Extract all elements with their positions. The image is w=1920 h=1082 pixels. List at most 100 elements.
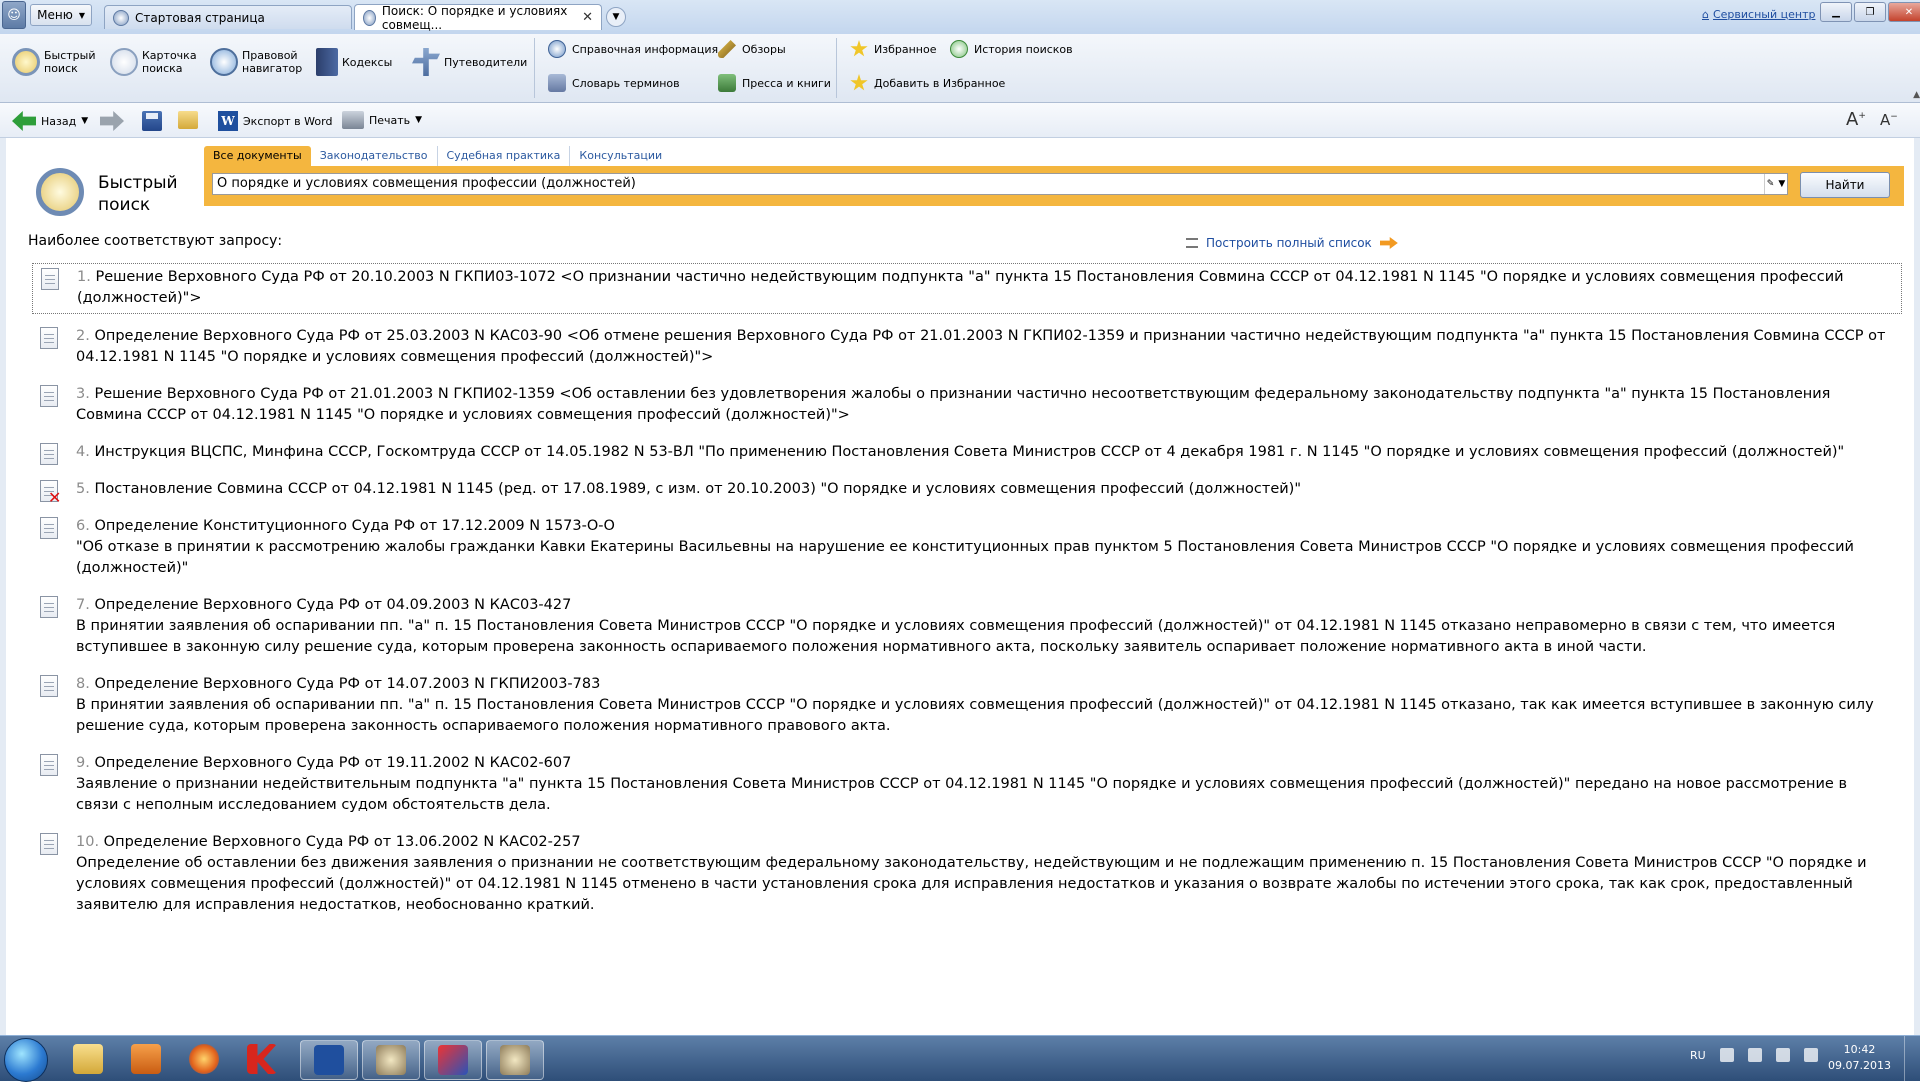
chevron-down-icon[interactable]: ▼ bbox=[81, 116, 88, 126]
tab-consultations[interactable]: Консультации bbox=[570, 146, 671, 166]
chevron-down-icon: ▼ bbox=[78, 10, 85, 20]
reviews-button[interactable]: Обзоры bbox=[718, 40, 786, 58]
search-card-button[interactable]: Карточка поиска bbox=[110, 48, 197, 76]
tabs-dropdown-button[interactable]: ▼ bbox=[606, 7, 626, 27]
firefox-icon bbox=[189, 1044, 219, 1074]
result-title[interactable]: Инструкция ВЦСПС, Минфина СССР, Госкомтр… bbox=[94, 444, 1844, 460]
result-title[interactable]: Определение Верховного Суда РФ от 19.11.… bbox=[94, 755, 571, 771]
toolbar: Назад ▼ W Экспорт в Word Печать ▼ A+ A− bbox=[0, 103, 1920, 138]
taskbar-app-kaspersky[interactable] bbox=[234, 1040, 290, 1078]
press-books-button[interactable]: Пресса и книги bbox=[718, 74, 831, 92]
arrow-right-icon bbox=[1379, 237, 1398, 249]
tab-start-page[interactable]: Стартовая страница bbox=[104, 5, 352, 29]
quick-search-button[interactable]: Быстрый поиск bbox=[12, 48, 96, 76]
list-item[interactable]: 4. Инструкция ВЦСПС, Минфина СССР, Госко… bbox=[32, 439, 1902, 467]
list-item[interactable]: 8. Определение Верховного Суда РФ от 14.… bbox=[32, 671, 1902, 741]
result-title[interactable]: Решение Верховного Суда РФ от 21.01.2003… bbox=[76, 386, 1830, 423]
volume-icon[interactable] bbox=[1803, 1048, 1818, 1062]
maximize-button[interactable]: ❐ bbox=[1854, 2, 1886, 22]
close-window-button[interactable]: ✕ bbox=[1888, 2, 1920, 22]
ribbon-separator bbox=[836, 38, 837, 98]
list-item[interactable]: 10. Определение Верховного Суда РФ от 13… bbox=[32, 829, 1902, 920]
printer-icon bbox=[342, 111, 364, 129]
show-hidden-icons[interactable] bbox=[1719, 1048, 1734, 1062]
kaspersky-icon bbox=[247, 1044, 277, 1074]
tab-legislation[interactable]: Законодательство bbox=[311, 146, 438, 166]
menu-button[interactable]: ☺ Меню ▼ bbox=[2, 1, 92, 29]
codex-button[interactable]: Кодексы bbox=[316, 48, 392, 76]
guides-button[interactable]: Путеводители bbox=[412, 48, 527, 76]
forward-button[interactable] bbox=[100, 111, 124, 131]
ribbon-collapse-button[interactable]: ▲ bbox=[1860, 90, 1920, 102]
print-button[interactable]: Печать ▼ bbox=[342, 111, 422, 129]
document-icon bbox=[40, 443, 58, 465]
tab-search[interactable]: Поиск: О порядке и условиях совмещ... ✕ bbox=[354, 3, 602, 32]
font-increase-button[interactable]: A+ bbox=[1846, 109, 1866, 130]
list-item[interactable]: 9. Определение Верховного Суда РФ от 19.… bbox=[32, 750, 1902, 820]
consultant-icon bbox=[376, 1045, 406, 1075]
consultant-logo-icon: ☺ bbox=[2, 1, 27, 29]
find-button[interactable]: Найти bbox=[1800, 172, 1890, 198]
save-button[interactable] bbox=[142, 111, 162, 131]
show-desktop-button[interactable] bbox=[1904, 1036, 1920, 1081]
result-title[interactable]: Определение Верховного Суда РФ от 04.09.… bbox=[94, 597, 571, 613]
chevron-down-icon[interactable]: ▼ bbox=[415, 115, 422, 125]
taskbar-app-explorer[interactable] bbox=[60, 1040, 116, 1078]
search-history-button[interactable]: История поисков bbox=[950, 40, 1073, 58]
back-button[interactable]: Назад ▼ bbox=[12, 111, 88, 131]
taskbar-app-mail[interactable] bbox=[424, 1040, 482, 1080]
folder-icon bbox=[73, 1044, 103, 1074]
build-full-list-link[interactable]: Построить полный список bbox=[1186, 236, 1398, 250]
search-options-dropdown[interactable]: ✎ ▼ bbox=[1764, 174, 1787, 194]
legal-navigator-button[interactable]: Правовой навигатор bbox=[210, 48, 302, 76]
taskbar-app-consultant[interactable] bbox=[362, 1040, 420, 1080]
consultant-icon bbox=[500, 1045, 530, 1075]
close-icon[interactable]: ✕ bbox=[582, 10, 593, 25]
mail-icon bbox=[438, 1045, 468, 1075]
network-icon[interactable] bbox=[1775, 1048, 1790, 1062]
service-center-link[interactable]: ⌂ Сервисный центр bbox=[1702, 8, 1815, 21]
list-item[interactable]: 5. Постановление Совмина СССР от 04.12.1… bbox=[32, 476, 1902, 508]
dictionary-icon bbox=[548, 74, 566, 92]
list-item[interactable]: 2. Определение Верховного Суда РФ от 25.… bbox=[32, 323, 1902, 372]
dictionary-button[interactable]: Словарь терминов bbox=[548, 74, 680, 92]
start-button[interactable] bbox=[4, 1038, 48, 1082]
result-title[interactable]: Определение Верховного Суда РФ от 25.03.… bbox=[76, 328, 1885, 365]
taskbar-app-media[interactable] bbox=[118, 1040, 174, 1078]
signpost-icon bbox=[412, 48, 440, 76]
folder-button[interactable] bbox=[178, 111, 198, 129]
result-description: Заявление о признании недействительным п… bbox=[76, 776, 1848, 813]
tab-court-practice[interactable]: Судебная практика bbox=[438, 146, 571, 166]
taskbar-app-consultant-2[interactable] bbox=[486, 1040, 544, 1080]
tab-all-documents[interactable]: Все документы bbox=[204, 146, 311, 166]
result-title[interactable]: Решение Верховного Суда РФ от 20.10.2003… bbox=[77, 269, 1844, 306]
menu-label: Меню bbox=[37, 8, 73, 22]
list-item[interactable]: 1. Решение Верховного Суда РФ от 20.10.2… bbox=[32, 263, 1902, 314]
list-item[interactable]: 6. Определение Конституционного Суда РФ … bbox=[32, 513, 1902, 583]
clock[interactable]: 10:42 09.07.2013 bbox=[1828, 1042, 1891, 1074]
favorites-button[interactable]: Избранное bbox=[850, 40, 936, 58]
export-word-button[interactable]: W Экспорт в Word bbox=[218, 111, 332, 131]
reference-info-button[interactable]: Справочная информация bbox=[548, 40, 718, 58]
result-description: Определение об оставлении без движения з… bbox=[76, 855, 1867, 913]
list-item[interactable]: 7. Определение Верховного Суда РФ от 04.… bbox=[32, 592, 1902, 662]
result-title[interactable]: Определение Конституционного Суда РФ от … bbox=[94, 518, 614, 534]
language-indicator[interactable]: RU bbox=[1690, 1049, 1706, 1062]
books-icon bbox=[718, 74, 736, 92]
back-arrow-icon bbox=[12, 111, 36, 131]
result-title[interactable]: Определение Верховного Суда РФ от 13.06.… bbox=[104, 834, 581, 850]
tab-bar: ☺ Меню ▼ Стартовая страница Поиск: О поря… bbox=[0, 0, 1920, 35]
result-title[interactable]: Определение Верховного Суда РФ от 14.07.… bbox=[94, 676, 600, 692]
add-favorite-button[interactable]: Добавить в Избранное bbox=[850, 74, 1005, 92]
search-input[interactable]: О порядке и условиях совмещения професси… bbox=[212, 173, 1788, 195]
document-icon bbox=[41, 268, 59, 290]
result-title[interactable]: Постановление Совмина СССР от 04.12.1981… bbox=[94, 481, 1301, 497]
flag-icon[interactable] bbox=[1747, 1048, 1762, 1062]
taskbar-app-firefox[interactable] bbox=[176, 1040, 232, 1078]
minimize-button[interactable]: ▁ bbox=[1820, 2, 1852, 22]
list-item[interactable]: 3. Решение Верховного Суда РФ от 21.01.2… bbox=[32, 381, 1902, 430]
tab-label: Поиск: О порядке и условиях совмещ... bbox=[381, 3, 568, 32]
taskbar-app-word[interactable] bbox=[300, 1040, 358, 1080]
list-icon bbox=[1186, 238, 1198, 248]
font-decrease-button[interactable]: A− bbox=[1880, 111, 1898, 129]
